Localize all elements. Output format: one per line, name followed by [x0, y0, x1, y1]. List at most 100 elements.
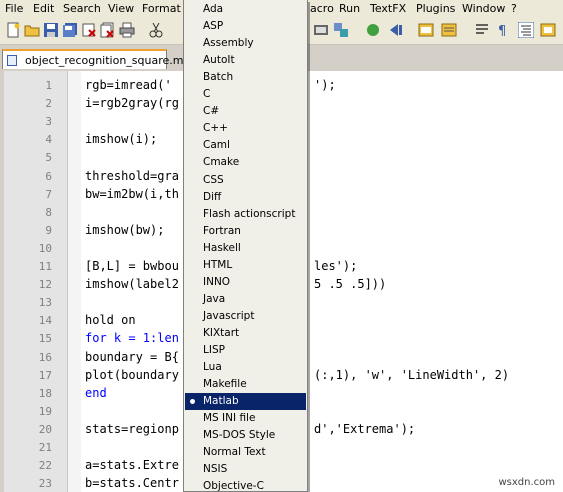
menu-macro[interactable]: acro — [310, 2, 334, 15]
language-item-ms-dos-style[interactable]: MS-DOS Style — [185, 427, 306, 444]
menu-format[interactable]: Format — [142, 2, 181, 15]
code-text: hold on — [85, 313, 136, 328]
line-number: 15 — [38, 332, 52, 346]
menu-textfx[interactable]: TextFX — [370, 2, 406, 15]
code-text: stats=regionp — [85, 421, 179, 436]
language-item-c[interactable]: C — [185, 86, 306, 103]
language-item-ms-ini-file[interactable]: MS INI file — [185, 410, 306, 427]
language-item-label: C# — [203, 105, 220, 118]
word-wrap-icon[interactable] — [474, 22, 490, 38]
line-number: 11 — [38, 260, 52, 273]
menu-file[interactable]: File — [5, 2, 23, 15]
language-item-cmake[interactable]: Cmake — [185, 154, 306, 171]
save-icon[interactable] — [43, 22, 59, 38]
menu-window[interactable]: Window — [462, 2, 505, 15]
language-item-nsis[interactable]: NSIS — [185, 461, 306, 478]
language-item-label: Fortran — [203, 224, 241, 237]
language-item-caml[interactable]: Caml — [185, 137, 306, 154]
code-text: i=rgb2gray(rg — [85, 96, 179, 111]
language-item-label: MS-DOS Style — [203, 429, 276, 442]
language-item-label: MS INI file — [203, 412, 256, 425]
line-number: 9 — [45, 223, 52, 237]
language-item-normal-text[interactable]: Normal Text — [185, 444, 306, 461]
run-icon[interactable] — [418, 22, 434, 38]
print-icon[interactable] — [119, 22, 135, 38]
line-number: 19 — [38, 404, 52, 418]
language-item-assembly[interactable]: Assembly — [185, 35, 306, 52]
line-number: 23 — [38, 477, 52, 491]
language-item-label: Flash actionscript — [203, 207, 296, 220]
language-item-css[interactable]: CSS — [185, 172, 306, 189]
language-item-label: Ada — [203, 3, 224, 15]
language-item-haskell[interactable]: Haskell — [185, 240, 306, 257]
language-item-java[interactable]: Java — [185, 291, 306, 308]
zoom-icon[interactable] — [313, 22, 329, 38]
language-item-objective-c[interactable]: Objective-C — [185, 478, 306, 491]
close-all-icon[interactable] — [100, 22, 116, 38]
language-item-asp[interactable]: ASP — [185, 18, 306, 35]
save-all-icon[interactable] — [62, 22, 78, 38]
line-number: 1 — [45, 79, 52, 92]
language-item-label: Makefile — [203, 378, 247, 391]
svg-text:¶: ¶ — [498, 24, 506, 38]
menu-view[interactable]: View — [108, 2, 134, 15]
language-item-matlab[interactable]: Matlab — [185, 393, 306, 411]
line-number: 22 — [38, 459, 52, 473]
language-item-html[interactable]: HTML — [185, 257, 306, 274]
language-item-ada[interactable]: Ada — [185, 1, 306, 18]
line-number: 10 — [38, 241, 52, 255]
language-item-label: AutoIt — [203, 54, 235, 67]
menu-help[interactable]: ? — [511, 2, 517, 15]
line-number: 5 — [45, 151, 52, 165]
user-defined-dialog-icon[interactable] — [540, 22, 556, 38]
language-item-inno[interactable]: INNO — [185, 274, 306, 291]
code-text: b=stats.Centr — [85, 476, 179, 491]
language-item-label: Caml — [203, 139, 230, 152]
language-item-javascript[interactable]: Javascript — [185, 308, 306, 325]
language-item-label: Lua — [203, 361, 222, 374]
language-item-fortran[interactable]: Fortran — [185, 223, 306, 240]
language-item-c-[interactable]: C++ — [185, 120, 306, 137]
language-item-label: Batch — [203, 71, 234, 84]
play-macro-icon[interactable] — [388, 22, 404, 38]
menu-run[interactable]: Run — [339, 2, 360, 15]
close-icon[interactable] — [81, 22, 97, 38]
indent-guide-icon[interactable] — [518, 22, 534, 38]
language-item-makefile[interactable]: Makefile — [185, 376, 306, 393]
menu-search[interactable]: Search — [63, 2, 101, 15]
file-icon — [7, 55, 17, 66]
sync-icon[interactable] — [333, 22, 349, 38]
code-text: threshold=gra — [85, 168, 179, 183]
file-tab[interactable]: object_recognition_square.m — [2, 49, 184, 69]
cut-icon[interactable] — [148, 22, 164, 38]
code-text: rgb=imread(' — [85, 78, 172, 92]
code-text: [B,L] = bwbou — [85, 259, 179, 273]
show-all-chars-icon[interactable]: ¶ — [495, 22, 511, 38]
code-text-tail: les'); — [314, 259, 358, 273]
language-menu: Ada ASP Assembly AutoIt Batch C C# C++ Caml Cmake… — [183, 0, 308, 492]
macro-list-icon[interactable] — [441, 22, 457, 38]
language-item-label: CSS — [203, 173, 224, 186]
language-item-lua[interactable]: Lua — [185, 359, 306, 376]
language-item-kixtart[interactable]: KIXtart — [185, 325, 306, 342]
open-folder-icon[interactable] — [24, 22, 40, 38]
language-item-label: C — [203, 88, 211, 101]
language-item-autoit[interactable]: AutoIt — [185, 52, 306, 69]
line-number: 17 — [38, 368, 52, 382]
language-item-c-[interactable]: C# — [185, 103, 306, 120]
language-item-flash-actionscript[interactable]: Flash actionscript — [185, 206, 306, 223]
language-item-label: Cmake — [203, 156, 240, 169]
selected-bullet-icon — [190, 399, 195, 405]
line-number: 14 — [38, 314, 52, 328]
menu-edit[interactable]: Edit — [33, 2, 54, 15]
line-number: 12 — [38, 278, 52, 292]
menu-plugins[interactable]: Plugins — [416, 2, 455, 15]
line-number: 7 — [45, 187, 52, 201]
language-item-lisp[interactable]: LISP — [185, 342, 306, 359]
language-item-diff[interactable]: Diff — [185, 189, 306, 206]
record-macro-icon[interactable] — [365, 22, 381, 38]
code-text: boundary = B{ — [85, 349, 179, 364]
language-item-batch[interactable]: Batch — [185, 69, 306, 86]
language-item-label: Java — [203, 292, 226, 305]
new-file-icon[interactable] — [5, 22, 21, 38]
